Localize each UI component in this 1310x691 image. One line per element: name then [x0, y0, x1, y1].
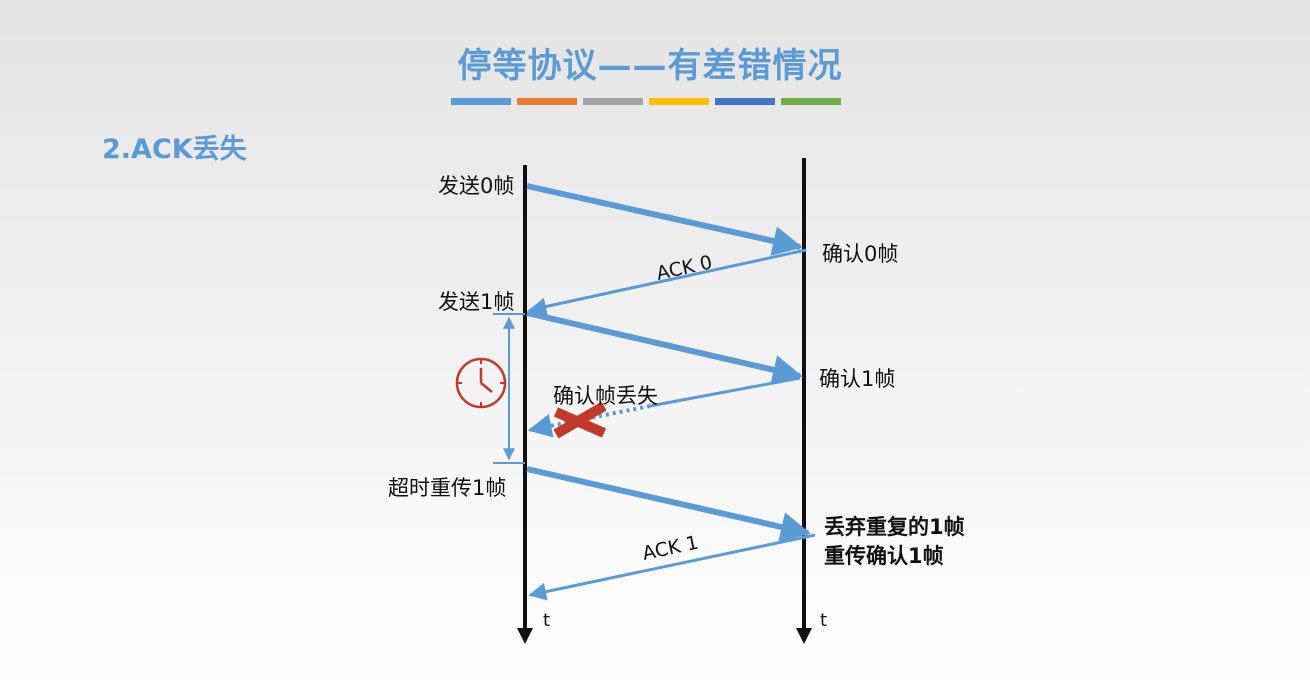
frame1-arrow — [526, 310, 803, 385]
ack-lost-label: 确认帧丢失 — [553, 384, 658, 408]
receiver-time-label: t — [820, 610, 828, 631]
resend-ack-label: 重传确认1帧 — [824, 544, 944, 568]
timeout-resend-label: 超时重传1帧 — [388, 476, 507, 500]
lost-ack-arrow-solid — [649, 376, 801, 408]
resend-frame1-arrow — [526, 466, 811, 542]
send-frame1-label: 发送1帧 — [438, 290, 515, 314]
confirm-frame1-label: 确认1帧 — [819, 367, 896, 391]
discard-duplicate-label: 丢弃重复的1帧 — [824, 515, 965, 539]
ack0-label: ACK 0 — [654, 251, 714, 285]
confirm-frame0-label: 确认0帧 — [822, 242, 899, 266]
clock-icon — [455, 357, 507, 409]
sender-time-label: t — [543, 610, 551, 631]
send-frame0-label: 发送0帧 — [438, 174, 515, 198]
cross-icon — [553, 401, 607, 439]
frame0-arrow — [526, 183, 803, 256]
stop-and-wait-diagram: ACK 0 ACK 1 — [455, 158, 816, 644]
